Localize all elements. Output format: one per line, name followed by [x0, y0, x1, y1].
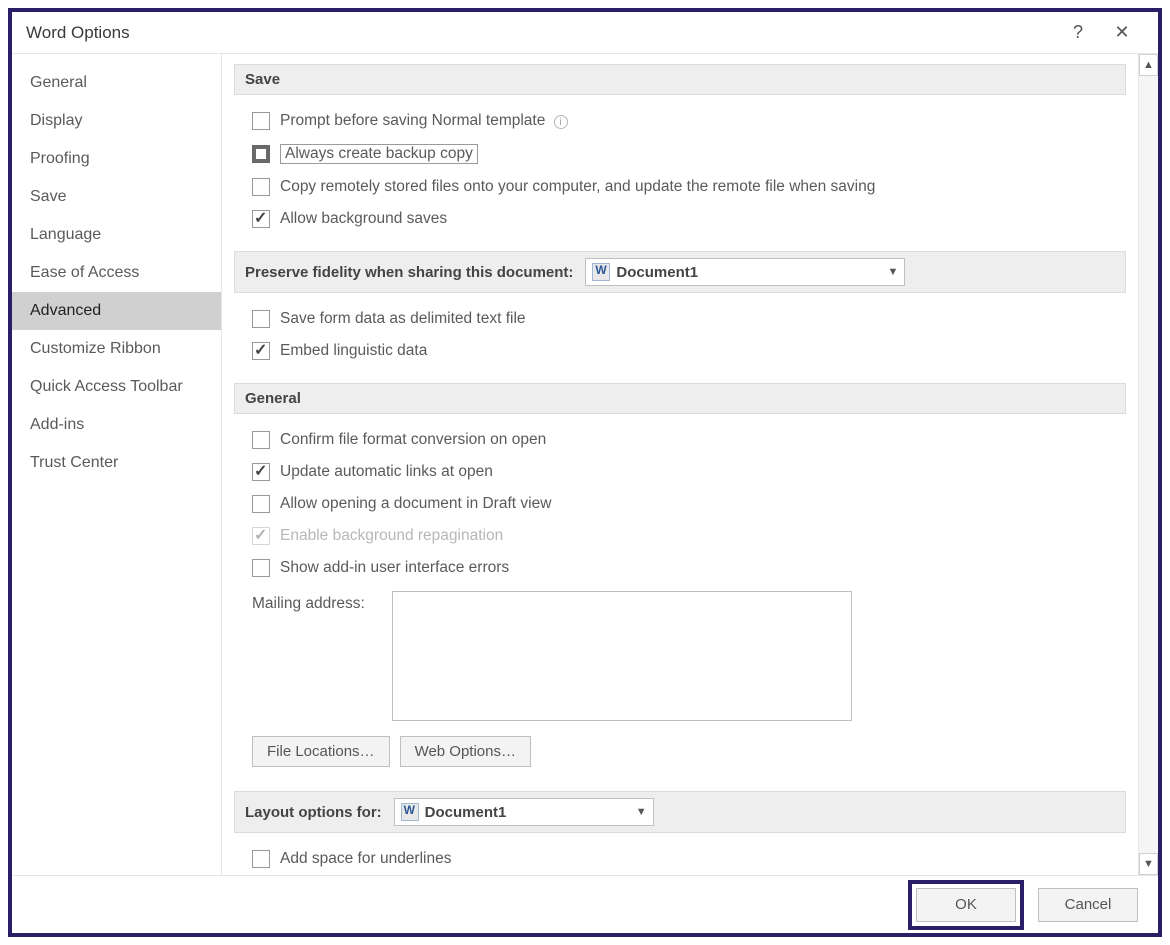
chevron-down-icon: ▼	[636, 806, 647, 818]
dialog-footer: OK Cancel	[12, 875, 1158, 933]
opt-bg-repagination: Enable background repagination	[252, 520, 1126, 552]
window-title: Word Options	[26, 23, 130, 43]
word-doc-icon	[592, 263, 610, 281]
section-preserve-header: Preserve fidelity when sharing this docu…	[234, 251, 1126, 293]
word-doc-icon	[401, 803, 419, 821]
opt-label: Show add-in user interface errors	[280, 559, 509, 577]
checkbox-icon[interactable]	[252, 342, 270, 360]
opt-label: Add space for underlines	[280, 850, 451, 868]
dialog-body: General Display Proofing Save Language E…	[12, 54, 1158, 875]
sidebar-item-general[interactable]: General	[12, 64, 221, 102]
sidebar-item-save[interactable]: Save	[12, 178, 221, 216]
ok-button[interactable]: OK	[916, 888, 1016, 922]
general-buttons-row: File Locations… Web Options…	[252, 728, 1126, 775]
opt-embed-linguistic[interactable]: Embed linguistic data	[252, 335, 1126, 367]
chevron-down-icon: ▼	[888, 266, 899, 278]
opt-label: Allow background saves	[280, 210, 447, 228]
dialog-frame: Word Options ? ✕ General Display Proofin…	[8, 8, 1162, 937]
opt-label: Enable background repagination	[280, 527, 503, 545]
sidebar-item-ease-of-access[interactable]: Ease of Access	[12, 254, 221, 292]
section-save-title: Save	[245, 71, 280, 88]
select-value: Document1	[425, 804, 630, 821]
section-save-header: Save	[234, 64, 1126, 95]
checkbox-icon[interactable]	[252, 210, 270, 228]
sidebar-item-customize-ribbon[interactable]: Customize Ribbon	[12, 330, 221, 368]
scroll-up-arrow-icon[interactable]: ▲	[1139, 54, 1158, 76]
sidebar-item-add-ins[interactable]: Add-ins	[12, 406, 221, 444]
opt-label: Copy remotely stored files onto your com…	[280, 178, 875, 196]
opt-addin-errors[interactable]: Show add-in user interface errors	[252, 552, 1126, 584]
select-value: Document1	[616, 264, 881, 281]
sidebar-item-language[interactable]: Language	[12, 216, 221, 254]
section-preserve-body: Save form data as delimited text file Em…	[234, 293, 1126, 377]
section-layout-header: Layout options for: Document1 ▼	[234, 791, 1126, 833]
ok-button-highlight: OK	[908, 880, 1024, 930]
scroll-down-arrow-icon[interactable]: ▼	[1139, 853, 1158, 875]
web-options-button[interactable]: Web Options…	[400, 736, 531, 767]
opt-label: Prompt before saving Normal template	[280, 112, 545, 129]
preserve-document-select[interactable]: Document1 ▼	[585, 258, 905, 286]
help-button[interactable]: ?	[1056, 12, 1100, 54]
opt-label: Save form data as delimited text file	[280, 310, 526, 328]
sidebar: General Display Proofing Save Language E…	[12, 54, 222, 875]
checkbox-icon[interactable]	[252, 495, 270, 513]
opt-label: Update automatic links at open	[280, 463, 493, 481]
sidebar-item-proofing[interactable]: Proofing	[12, 140, 221, 178]
checkbox-icon[interactable]	[252, 431, 270, 449]
section-save-body: Prompt before saving Normal template i A…	[234, 95, 1126, 245]
opt-confirm-conversion[interactable]: Confirm file format conversion on open	[252, 424, 1126, 456]
content-pane: Save Prompt before saving Normal templat…	[222, 54, 1138, 875]
opt-label: Allow opening a document in Draft view	[280, 495, 551, 513]
layout-document-select[interactable]: Document1 ▼	[394, 798, 654, 826]
checkbox-icon[interactable]	[252, 145, 270, 163]
sidebar-item-advanced[interactable]: Advanced	[12, 292, 221, 330]
section-general-header: General	[234, 383, 1126, 414]
info-icon[interactable]: i	[554, 115, 568, 129]
mailing-address-label: Mailing address:	[252, 591, 382, 613]
checkbox-icon[interactable]	[252, 463, 270, 481]
opt-underline-space[interactable]: Add space for underlines	[252, 843, 1126, 875]
checkbox-icon[interactable]	[252, 310, 270, 328]
checkbox-icon	[252, 527, 270, 545]
opt-label: Confirm file format conversion on open	[280, 431, 546, 449]
section-preserve-title: Preserve fidelity when sharing this docu…	[245, 264, 573, 281]
checkbox-icon[interactable]	[252, 178, 270, 196]
file-locations-button[interactable]: File Locations…	[252, 736, 390, 767]
close-button[interactable]: ✕	[1100, 12, 1144, 54]
checkbox-icon[interactable]	[252, 850, 270, 868]
section-layout-title: Layout options for:	[245, 804, 382, 821]
sidebar-item-trust-center[interactable]: Trust Center	[12, 444, 221, 482]
checkbox-icon[interactable]	[252, 559, 270, 577]
opt-draft-view[interactable]: Allow opening a document in Draft view	[252, 488, 1126, 520]
section-general-title: General	[245, 390, 301, 407]
content-wrap: Save Prompt before saving Normal templat…	[222, 54, 1158, 875]
cancel-button[interactable]: Cancel	[1038, 888, 1138, 922]
sidebar-item-quick-access-toolbar[interactable]: Quick Access Toolbar	[12, 368, 221, 406]
opt-mailing-address: Mailing address:	[252, 584, 1126, 728]
opt-prompt-normal[interactable]: Prompt before saving Normal template i	[252, 105, 1126, 137]
opt-label: Embed linguistic data	[280, 342, 427, 360]
sidebar-item-display[interactable]: Display	[12, 102, 221, 140]
opt-backup-copy[interactable]: Always create backup copy	[252, 137, 1126, 171]
vertical-scrollbar[interactable]: ▲ ▼	[1138, 54, 1158, 875]
section-general-body: Confirm file format conversion on open U…	[234, 414, 1126, 785]
opt-form-data[interactable]: Save form data as delimited text file	[252, 303, 1126, 335]
titlebar: Word Options ? ✕	[12, 12, 1158, 54]
section-layout-body: Add space for underlines Adjust line hei…	[234, 833, 1126, 875]
opt-background-saves[interactable]: Allow background saves	[252, 203, 1126, 235]
checkbox-icon[interactable]	[252, 112, 270, 130]
mailing-address-textarea[interactable]	[392, 591, 852, 721]
opt-label: Always create backup copy	[280, 144, 478, 164]
opt-copy-remote[interactable]: Copy remotely stored files onto your com…	[252, 171, 1126, 203]
opt-auto-links[interactable]: Update automatic links at open	[252, 456, 1126, 488]
